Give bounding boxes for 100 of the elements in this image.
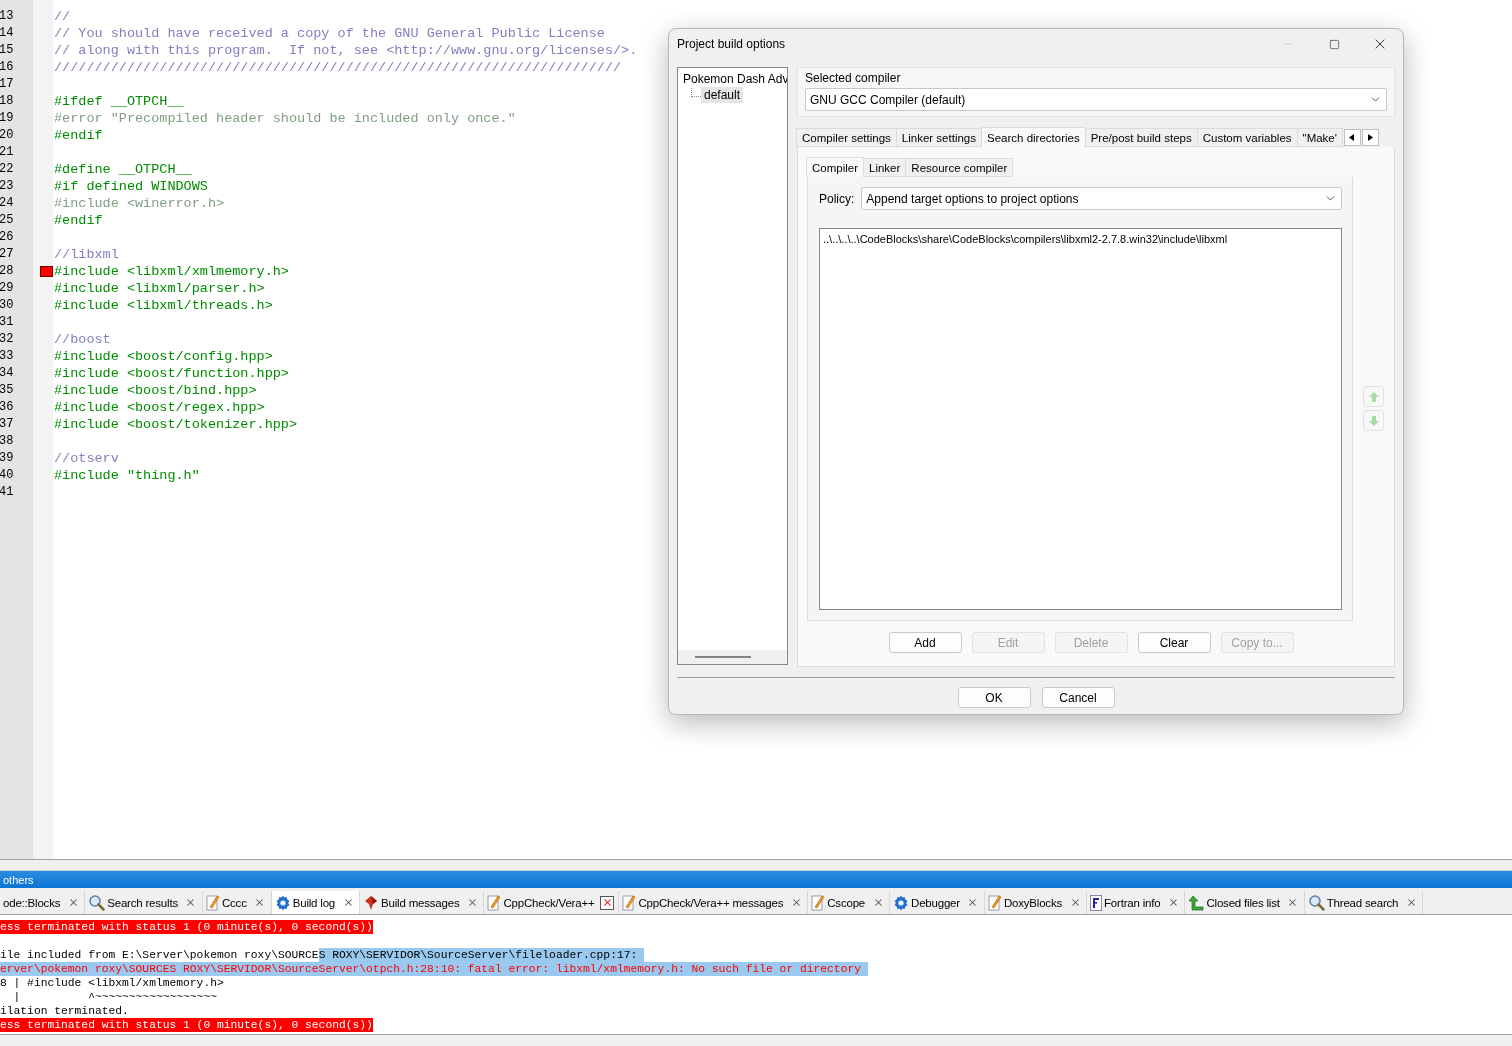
line-number: 13 [0, 8, 15, 25]
line-number: 24 [0, 195, 15, 212]
close-icon [342, 897, 354, 908]
line-number: 16 [0, 59, 15, 76]
maximize-icon [1328, 38, 1340, 50]
close-icon [601, 897, 613, 908]
code-line: //libxml [54, 246, 119, 263]
line-number: 21 [0, 144, 15, 161]
tab[interactable]: "Make' [1296, 128, 1343, 147]
close-icon [967, 897, 979, 908]
up-arrow-icon [1367, 390, 1380, 403]
line-number: 33 [0, 348, 15, 365]
line-number: 18 [0, 93, 15, 110]
line-number: 29 [0, 280, 15, 297]
gear-icon [274, 894, 291, 911]
tab[interactable]: Search directories [981, 127, 1086, 147]
action-button[interactable]: Clear [1137, 632, 1211, 653]
line-number: 17 [0, 76, 15, 93]
tab[interactable]: Compiler settings [796, 128, 897, 147]
tab[interactable]: Linker [863, 158, 907, 177]
policy-label: Policy: [819, 191, 855, 206]
line-number: 19 [0, 110, 15, 127]
dialog-button[interactable]: Cancel [1041, 687, 1115, 708]
tab[interactable]: Resource compiler [905, 158, 1014, 177]
notepad-icon [205, 894, 220, 911]
notepad-icon [487, 894, 502, 911]
window-title: Project build options [677, 37, 787, 51]
line-number: 34 [0, 365, 15, 382]
panel-tab[interactable]: Cscope [808, 891, 891, 914]
line-number: 38 [0, 433, 15, 450]
close-button[interactable] [600, 895, 615, 910]
scroll-left-button[interactable] [1343, 128, 1361, 146]
triangle-right-icon [1367, 133, 1374, 141]
log-line: 8 | #include <libxml/xmlmemory.h> [0, 976, 225, 990]
line-number: 40 [0, 467, 15, 484]
code-line: // You should have received a copy of the GNU General Public License [54, 25, 605, 42]
code-line: #include <boost/bind.hpp> [54, 382, 257, 399]
code-line: #define __OTPCH__ [54, 161, 192, 178]
panel-tab[interactable]: ode::Blocks [0, 891, 86, 914]
notepad-icon [622, 894, 637, 911]
scroll-right-button[interactable] [1361, 128, 1379, 146]
tab[interactable]: Compiler [806, 157, 864, 177]
code-line: ////////////////////////////////////////////////////////////////////// [54, 59, 622, 76]
line-number: 28 [0, 263, 15, 280]
tree-item[interactable]: default [701, 87, 744, 103]
code-line: // along with this program. If not, see <http://www.gnu.org/licenses/>. [54, 42, 638, 59]
line-number: 32 [0, 331, 15, 348]
gear-icon [893, 894, 910, 911]
log-line: | ^~~~~~~~~~~~~~~~~~~ [12, 990, 218, 1004]
policy-dropdown[interactable]: Append target options to project options [861, 187, 1342, 210]
line-number: 37 [0, 416, 15, 433]
tab[interactable]: Linker settings [895, 128, 982, 147]
code-line: #include <boost/config.hpp> [54, 348, 273, 365]
line-number: 35 [0, 382, 15, 399]
code-line: #include <libxml/threads.h> [54, 297, 273, 314]
down-arrow-icon [1367, 414, 1380, 427]
code-line: #if defined WINDOWS [54, 178, 208, 195]
code-line: #include <boost/function.hpp> [54, 365, 289, 382]
line-number: 26 [0, 229, 15, 246]
code-line: // [54, 8, 71, 25]
list-item[interactable]: ..\..\..\..\CodeBlocks\share\CodeBlocks\compilers\libxml2-2.7.8.win32\include\libxml [823, 232, 1338, 246]
close-icon [1287, 897, 1299, 908]
line-number: 22 [0, 161, 15, 178]
line-number: 31 [0, 314, 15, 331]
compiler-dropdown[interactable]: GNU GCC Compiler (default) [805, 88, 1387, 111]
scrollbar[interactable] [678, 650, 787, 664]
panel-tab[interactable]: CppCheck/Vera++ messages [619, 891, 809, 914]
line-number: 25 [0, 212, 15, 229]
line-number: 41 [0, 484, 15, 501]
close-icon [254, 897, 266, 908]
close-icon [872, 897, 884, 908]
panel-tab[interactable]: CppCheck/Vera++ [484, 891, 620, 914]
line-number: 39 [0, 450, 15, 467]
line-number: 23 [0, 178, 15, 195]
close-icon [67, 897, 79, 908]
arrow-icon [1188, 894, 1205, 911]
code-line: #include <libxml/xmlmemory.h> [54, 263, 289, 280]
log-line: ile included from E:\Server\pokemon roxy\SOURCES ROXY\SERVIDOR\SourceServer\fileloader.cpp:17: [0, 948, 1512, 962]
tab[interactable]: Custom variables [1196, 128, 1298, 147]
tab[interactable]: Pre/post build steps [1084, 128, 1198, 147]
code-line: #endif [54, 127, 103, 144]
panel-tab[interactable]: Fortran info [1087, 891, 1186, 914]
line-number: 20 [0, 127, 15, 144]
panel-tab[interactable]: Closed files list [1185, 891, 1305, 914]
magnifier-icon [88, 894, 106, 911]
action-button[interactable]: Add [888, 632, 962, 653]
triangle-left-icon [1349, 133, 1356, 141]
line-number: 36 [0, 399, 15, 416]
panel-tab[interactable]: Build log [271, 891, 361, 914]
close-icon [1069, 897, 1081, 908]
code-line: #include "thing.h" [54, 467, 200, 484]
group-label: Selected compiler [805, 71, 902, 85]
close-icon [185, 897, 197, 908]
line-number: 27 [0, 246, 15, 263]
dialog-button[interactable]: OK [957, 687, 1031, 708]
code-line: #include <boost/tokenizer.hpp> [54, 416, 298, 433]
code-line: //otserv [54, 450, 119, 467]
notepad-icon [811, 894, 826, 911]
code-line: #include <libxml/parser.h> [54, 280, 265, 297]
code-line: #include <winerror.h> [54, 195, 225, 212]
